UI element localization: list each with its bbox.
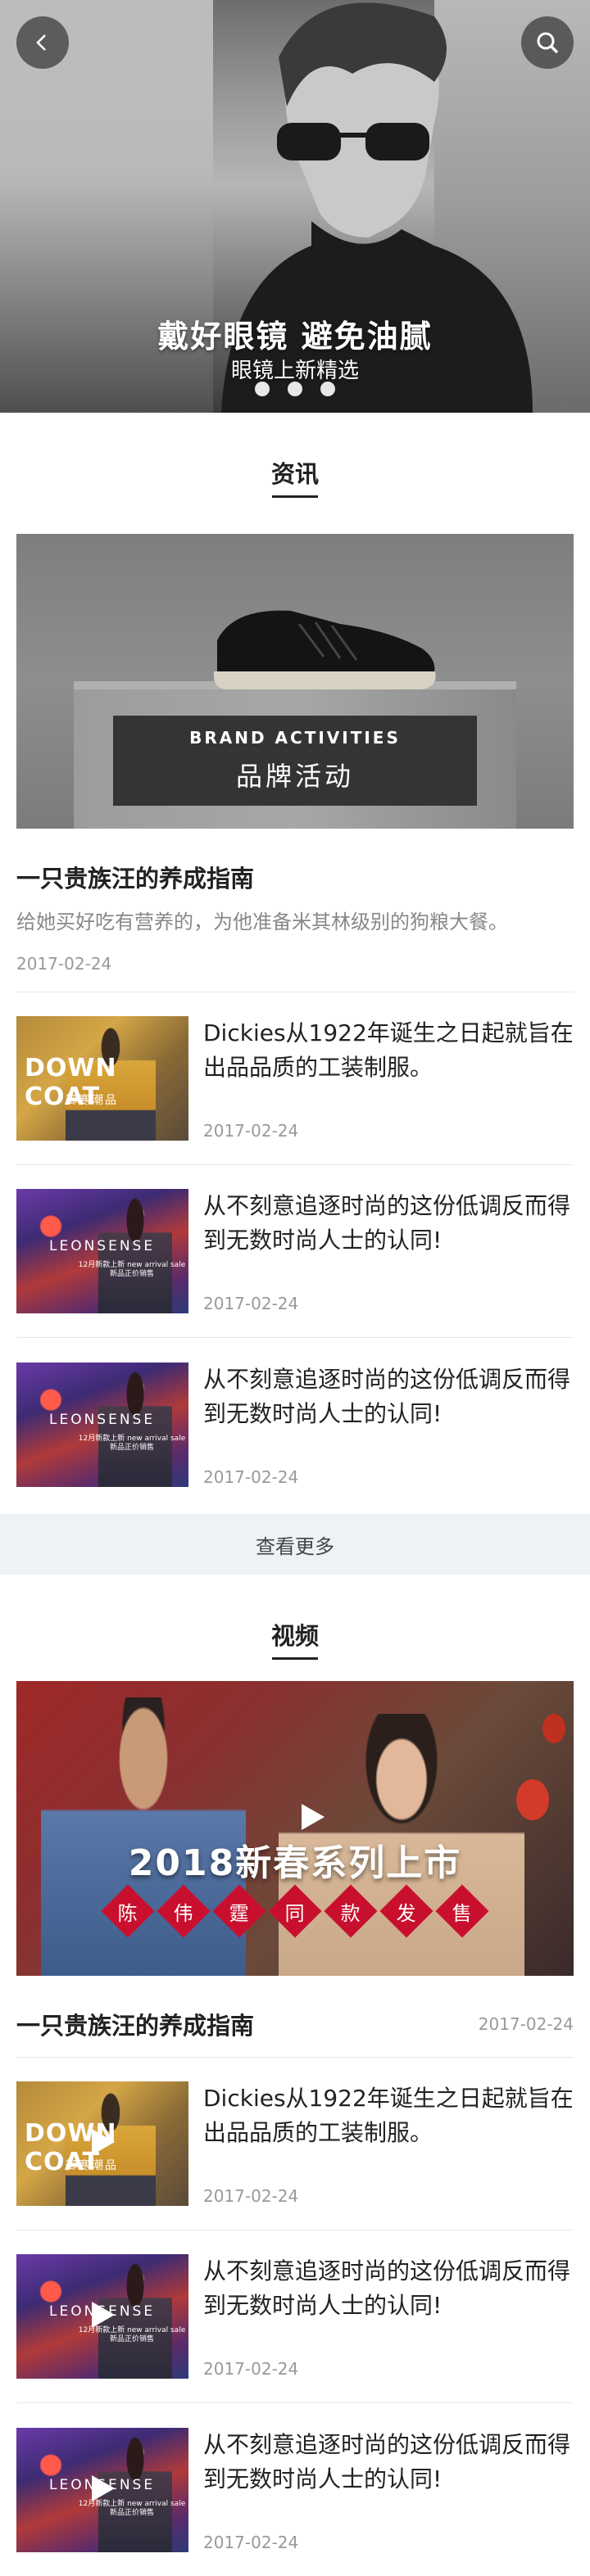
video-headline: 2018新春系列上市: [128, 1842, 462, 1884]
video-date: 2017-02-24: [203, 2186, 299, 2206]
video-list-item[interactable]: DOWN COAT 御寒潮品 Dickies从1922年诞生之日起就旨在出品品质…: [16, 2058, 574, 2230]
video-list-item[interactable]: LEONSENSE 12月新款上新 new arrival sale 新品正价销…: [16, 2230, 574, 2403]
video-tag: 售: [435, 1884, 489, 1938]
video-tag: 款: [324, 1884, 378, 1938]
video-tags: 陈 伟 霆 同 款 发 售: [16, 1884, 574, 1938]
play-icon[interactable]: [92, 2129, 115, 2155]
carousel-dot[interactable]: [255, 382, 270, 396]
video-title: Dickies从1922年诞生之日起就旨在出品品质的工装制服。: [203, 2085, 574, 2146]
video-date: 2017-02-24: [478, 2013, 574, 2034]
video-tag: 霆: [212, 1884, 266, 1938]
article-title: 从不刻意追逐时尚的这份低调反而得到无数时尚人士的认同!: [203, 1365, 571, 1427]
article-thumbnail: LEONSENSE 12月新款上新 new arrival sale 新品正价销…: [16, 1362, 188, 1487]
play-icon[interactable]: [92, 2474, 115, 2501]
video-thumbnail: DOWN COAT 御寒潮品: [16, 2081, 188, 2206]
play-icon[interactable]: [92, 2302, 115, 2328]
brand-activities-label: BRAND ACTIVITIES 品牌活动: [113, 716, 477, 806]
lantern-icon: [542, 1714, 565, 1743]
article-thumbnail: LEONSENSE 12月新款上新 new arrival sale 新品正价销…: [16, 1189, 188, 1313]
video-title: 从不刻意追逐时尚的这份低调反而得到无数时尚人士的认同!: [203, 2257, 571, 2319]
article-title: 从不刻意追逐时尚的这份低调反而得到无数时尚人士的认同!: [203, 1192, 571, 1254]
article-date: 2017-02-24: [16, 954, 112, 974]
hero-subtitle: 眼镜上新精选: [230, 359, 359, 383]
news-list-item[interactable]: LEONSENSE 12月新款上新 new arrival sale 新品正价销…: [16, 1338, 574, 1511]
article-date: 2017-02-24: [203, 1121, 299, 1141]
video-title: 从不刻意追逐时尚的这份低调反而得到无数时尚人士的认同!: [203, 2430, 571, 2492]
carousel-dots: [0, 382, 590, 396]
article-title: 一只贵族汪的养成指南: [16, 865, 255, 893]
search-button[interactable]: [521, 16, 574, 69]
video-section-header: 视频: [0, 1575, 590, 1681]
news-feature-article[interactable]: 一只贵族汪的养成指南 给她买好吃有营养的，为他准备米其林级别的狗粮大餐。 201…: [16, 829, 574, 992]
brand-activities-zh: 品牌活动: [235, 761, 354, 792]
news-section-header: 资讯: [0, 413, 590, 534]
video-tag: 发: [379, 1884, 433, 1938]
sneaker-image: [213, 610, 436, 689]
brand-activities-en: BRAND ACTIVITIES: [189, 728, 401, 748]
video-date: 2017-02-24: [203, 2532, 299, 2552]
news-list-item[interactable]: LEONSENSE 12月新款上新 new arrival sale 新品正价销…: [16, 1165, 574, 1338]
video-tag: 陈: [101, 1884, 155, 1938]
video-heading: 视频: [271, 1617, 319, 1660]
carousel-dot[interactable]: [320, 382, 335, 396]
search-icon: [537, 32, 559, 54]
article-description: 给她买好吃有营养的，为他准备米其林级别的狗粮大餐。: [16, 911, 508, 933]
video-title: 一只贵族汪的养成指南: [16, 2011, 255, 2040]
view-more-button[interactable]: 查看更多: [0, 1514, 590, 1575]
back-button[interactable]: [16, 16, 69, 69]
article-date: 2017-02-24: [203, 1294, 299, 1313]
news-heading: 资讯: [271, 455, 319, 498]
video-thumbnail: LEONSENSE 12月新款上新 new arrival sale 新品正价销…: [16, 2427, 188, 2552]
brand-activities-banner[interactable]: BRAND ACTIVITIES 品牌活动: [16, 534, 574, 829]
play-icon[interactable]: [302, 1804, 324, 1830]
lantern-icon: [516, 1779, 549, 1820]
video-tag: 伟: [157, 1884, 211, 1938]
video-banner[interactable]: 2018新春系列上市 陈 伟 霆 同 款 发 售: [16, 1681, 574, 1976]
hero-title: 戴好眼镜 避免油腻: [157, 319, 433, 355]
news-list-item[interactable]: DOWN COAT 御寒潮品 Dickies从1922年诞生之日起就旨在出品品质…: [16, 992, 574, 1165]
video-thumbnail: LEONSENSE 12月新款上新 new arrival sale 新品正价销…: [16, 2254, 188, 2379]
article-date: 2017-02-24: [203, 1467, 299, 1487]
article-title: Dickies从1922年诞生之日起就旨在出品品质的工装制服。: [203, 1019, 574, 1081]
back-icon: [36, 34, 46, 51]
video-list-item[interactable]: LEONSENSE 12月新款上新 new arrival sale 新品正价销…: [16, 2403, 574, 2576]
article-thumbnail: DOWN COAT 御寒潮品: [16, 1016, 188, 1141]
carousel-dot[interactable]: [288, 382, 302, 396]
video-feature-article[interactable]: 一只贵族汪的养成指南 2017-02-24: [16, 1976, 574, 2058]
video-date: 2017-02-24: [203, 2359, 299, 2379]
video-tag: 同: [268, 1884, 322, 1938]
hero-banner[interactable]: 戴好眼镜 避免油腻 眼镜上新精选: [0, 0, 590, 413]
